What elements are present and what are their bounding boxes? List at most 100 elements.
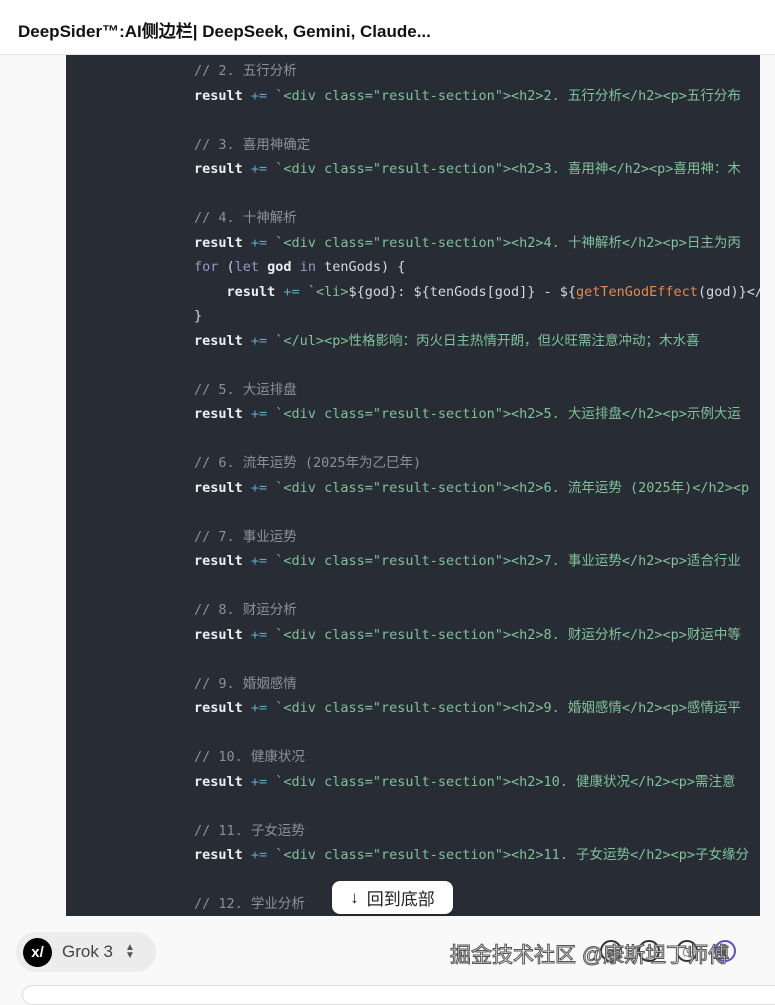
code-line: for (let god in tenGods) {: [194, 255, 760, 280]
code-token-identifier: result: [194, 626, 243, 643]
code-line: // 4. 十神解析: [194, 206, 760, 231]
code-lines: // 2. 五行分析 result += `<div class="result-…: [194, 59, 760, 916]
code-token-punctuation: (: [218, 259, 235, 275]
code-line: result += `<div class="result-section"><…: [194, 157, 760, 182]
code-line: result += `<div class="result-section"><…: [194, 843, 760, 868]
code-token-identifier: result: [194, 332, 243, 349]
code-token-string: `<div class="result-section"><h2>8. 财运分析…: [275, 626, 741, 643]
code-token-function: getTenGodEffect: [576, 283, 698, 300]
code-token-keyword: in: [299, 259, 316, 275]
watermark: 掘金技术社区 @康斯坦丁师傅: [449, 944, 730, 968]
code-line: result += `</ul><p>性格影响：丙火日主热情开朗，但火旺需注意冲…: [194, 329, 760, 354]
code-line: // 10. 健康状况: [194, 745, 760, 770]
code-token-string: `<div class="result-section"><h2>6. 流年运势…: [275, 479, 750, 496]
code-token-operator: +=: [242, 553, 276, 569]
code-token-comment: // 2. 五行分析: [194, 63, 297, 79]
code-token-string: `<div class="result-section"><h2>2. 五行分析…: [275, 87, 741, 104]
code-token-string: `<div class="result-section"><h2>4. 十神解析…: [275, 234, 741, 251]
code-token-identifier: result: [194, 700, 243, 716]
code-token-comment: // 5. 大运排盘: [194, 381, 297, 398]
code-token-comment: // 11. 子女运势: [194, 822, 305, 839]
code-token-string: `<div class="result-section"><h2>11. 子女运…: [275, 847, 750, 863]
code-token-punctuation: (god)}</: [697, 283, 760, 300]
page-title: DeepSider™:AI侧边栏| DeepSeek, Gemini, Clau…: [18, 22, 431, 41]
code-line: result += `<div class="result-section"><…: [194, 696, 760, 721]
code-token-comment: // 9. 婚姻感情: [194, 675, 297, 692]
code-line: // 11. 子女运势: [194, 819, 760, 844]
chat-input[interactable]: [22, 985, 775, 1005]
code-line: // 9. 婚姻感情: [194, 672, 760, 697]
code-block: // 2. 五行分析 result += `<div class="result-…: [66, 55, 760, 916]
code-line: }: [194, 304, 760, 329]
code-token-identifier: result: [194, 234, 243, 251]
code-token-string: `<div class="result-section"><h2>9. 婚姻感情…: [275, 700, 741, 716]
code-token-keyword: let: [234, 259, 260, 275]
code-line: // 5. 大运排盘: [194, 378, 760, 403]
code-token-operator: +=: [242, 773, 276, 790]
code-line: result += `<div class="result-section"><…: [194, 231, 760, 256]
code-line: result += `<div class="result-section"><…: [194, 549, 760, 574]
code-token-identifier: god: [259, 259, 300, 275]
code-token-identifier: result: [194, 479, 243, 496]
code-line: // 6. 流年运势 (2025年为乙巳年): [194, 451, 760, 476]
arrow-down-icon: ↓: [350, 887, 359, 907]
code-token-identifier: result: [194, 773, 243, 790]
code-token-comment: // 8. 财运分析: [194, 602, 297, 618]
code-token-operator: +=: [242, 161, 276, 177]
code-line: result += `<div class="result-section"><…: [194, 84, 760, 109]
code-token-identifier: result: [194, 406, 243, 422]
header: DeepSider™:AI侧边栏| DeepSeek, Gemini, Clau…: [0, 0, 775, 55]
code-token-string: `<li>: [307, 283, 349, 300]
code-token-operator: +=: [242, 479, 276, 496]
code-token-comment: // 10. 健康状况: [194, 749, 305, 765]
code-line: result += `<div class="result-section"><…: [194, 770, 760, 795]
chevron-updown-icon: ▲ ▼: [125, 942, 135, 961]
code-token-operator: +=: [242, 847, 276, 863]
code-line: // 3. 喜用神确定: [194, 133, 760, 158]
code-token-identifier: result: [194, 553, 243, 569]
code-token-punctuation: ${god}: ${tenGods[god]} - ${: [348, 283, 577, 300]
code-token-operator: +=: [242, 332, 276, 349]
code-token-string: `</ul><p>性格影响：丙火日主热情开朗，但火旺需注意冲动；木水喜: [275, 332, 700, 349]
code-token-comment: // 12. 学业分析: [194, 896, 305, 912]
code-token-comment: // 7. 事业运势: [194, 528, 297, 545]
code-token-string: `<div class="result-section"><h2>5. 大运排盘…: [275, 406, 741, 422]
model-selector[interactable]: x/ Grok 3 ▲ ▼: [16, 932, 156, 972]
grok-logo-icon: x/: [23, 937, 52, 967]
code-line: // 2. 五行分析: [194, 59, 760, 84]
code-token-string: `<div class="result-section"><h2>10. 健康状…: [275, 773, 736, 790]
code-token-identifier: result: [194, 161, 243, 177]
code-token-comment: // 4. 十神解析: [194, 210, 297, 226]
code-token-punctuation: tenGods) {: [315, 259, 406, 275]
code-token-operator: +=: [242, 87, 276, 104]
code-token-operator: +=: [242, 626, 276, 643]
code-line: // 7. 事业运势: [194, 525, 760, 550]
scroll-to-bottom-label: 回到底部: [366, 890, 435, 909]
code-token-comment: // 6. 流年运势 (2025年为乙巳年): [194, 455, 422, 471]
code-token-identifier: result: [194, 847, 243, 863]
code-token-string: `<div class="result-section"><h2>3. 喜用神<…: [275, 161, 741, 177]
code-token-string: `<div class="result-section"><h2>7. 事业运势…: [275, 553, 741, 569]
code-token-operator: +=: [275, 283, 308, 300]
scroll-to-bottom-button[interactable]: ↓ 回到底部: [332, 881, 453, 914]
model-label: Grok 3: [62, 942, 114, 961]
code-token-operator: +=: [242, 700, 276, 716]
code-line: result += `<div class="result-section"><…: [194, 402, 760, 427]
code-token-comment: // 3. 喜用神确定: [194, 136, 311, 153]
code-token-identifier: result: [194, 87, 243, 104]
code-token-operator: +=: [242, 234, 276, 251]
code-token-punctuation: }: [194, 308, 203, 324]
code-line: // 12. 学业分析: [194, 892, 760, 916]
code-token-operator: +=: [242, 406, 276, 422]
code-token-keyword: for: [194, 259, 219, 275]
code-line: result += `<li>${god}: ${tenGods[god]} -…: [194, 280, 761, 305]
